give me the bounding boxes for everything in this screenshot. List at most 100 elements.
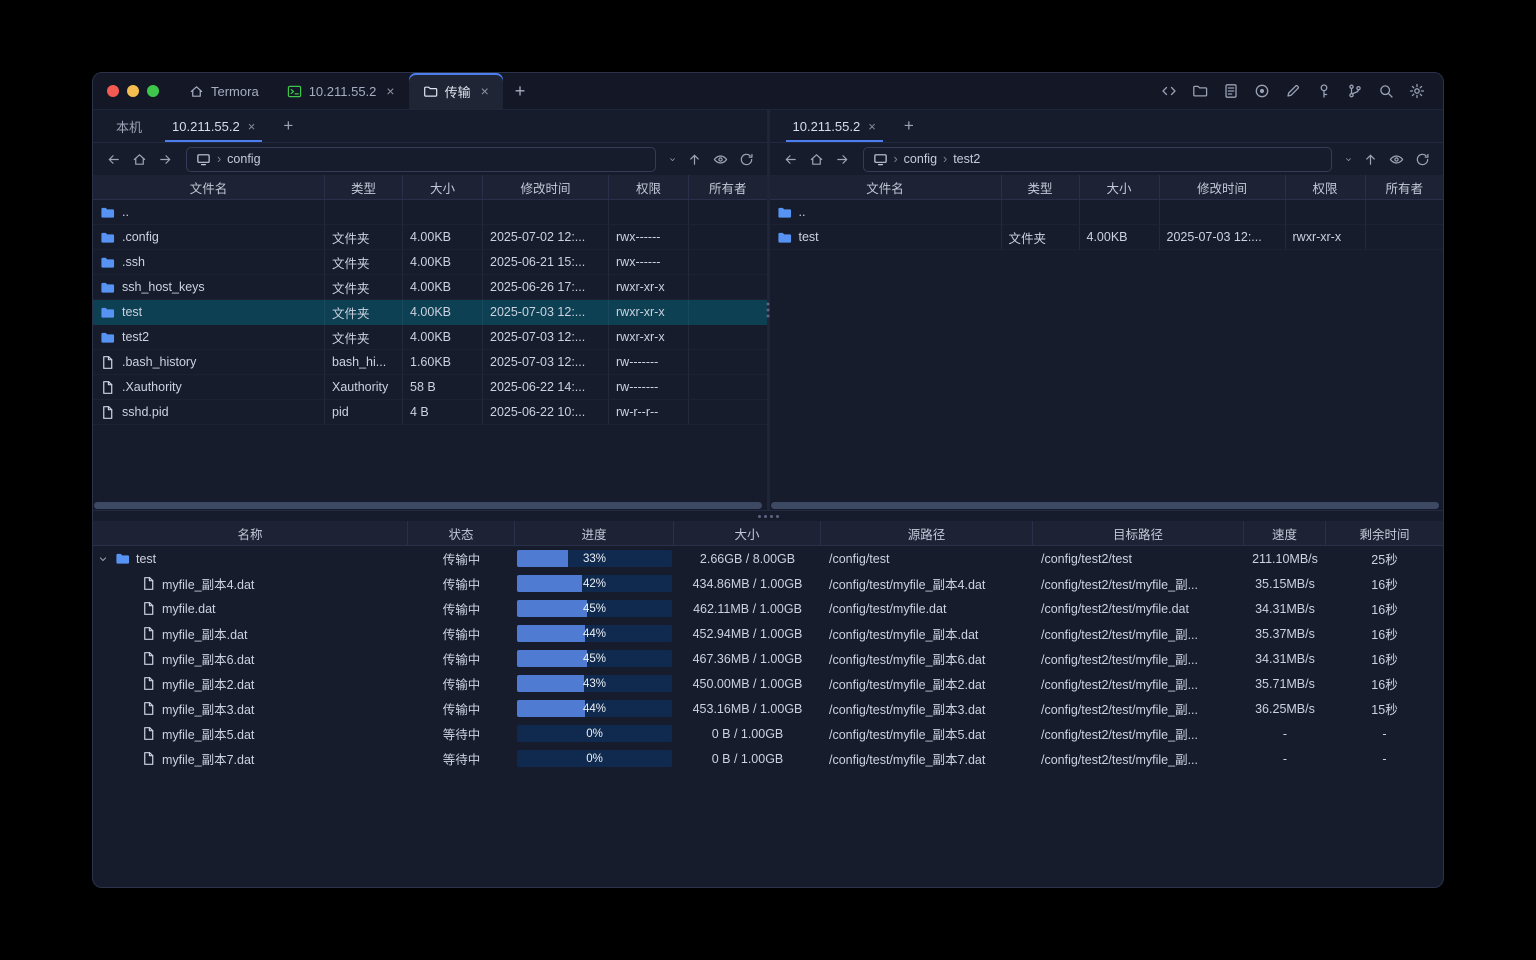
transfer-row[interactable]: myfile_副本.dat传输中44%452.94MB / 1.00GB/con… [93,621,1443,646]
arrow-right-icon [158,152,173,167]
column-header[interactable]: 权限 [609,175,689,199]
key-icon[interactable] [1316,83,1332,99]
path-segment[interactable]: test2 [953,152,980,166]
column-header[interactable]: 所有者 [689,175,767,199]
column-header[interactable]: 大小 [403,175,483,199]
settings-icon[interactable] [1409,83,1425,99]
transfer-row[interactable]: myfile_副本2.dat传输中43%450.00MB / 1.00GB/co… [93,671,1443,696]
horizontal-scrollbar[interactable] [93,501,767,510]
titlebar-tab[interactable]: 传输× [409,73,503,109]
cell-speed: - [1244,746,1326,771]
cell-status: 传输中 [408,621,515,646]
cell-target-path: /config/test2/test/myfile_副... [1033,571,1244,596]
scrollbar-thumb[interactable] [94,502,762,509]
file-row[interactable]: .ssh文件夹4.00KB2025-06-21 15:...rwx------ [93,250,767,275]
transfer-row[interactable]: myfile_副本5.dat等待中0%0 B / 1.00GB/config/t… [93,721,1443,746]
up-directory-button[interactable] [682,147,707,172]
new-panel-tab-button[interactable]: + [270,110,306,142]
close-window-button[interactable] [107,85,119,97]
column-header[interactable]: 修改时间 [1160,175,1286,199]
cell-name: myfile_副本4.dat [93,571,408,596]
column-header[interactable]: 修改时间 [483,175,609,199]
file-row[interactable]: ssh_host_keys文件夹4.00KB2025-06-26 17:...r… [93,275,767,300]
file-row[interactable]: .config文件夹4.00KB2025-07-02 12:...rwx----… [93,225,767,250]
file-row[interactable]: .. [770,200,1444,225]
column-header[interactable]: 状态 [408,521,515,545]
path-segment[interactable]: config [904,152,937,166]
new-tab-button[interactable]: + [503,73,538,109]
titlebar-tab[interactable]: Termora [175,73,273,109]
transfer-row[interactable]: myfile_副本4.dat传输中42%434.86MB / 1.00GB/co… [93,571,1443,596]
back-button[interactable] [101,147,126,172]
home-button[interactable] [804,147,829,172]
close-tab-icon[interactable]: × [481,83,489,99]
panel-tab[interactable]: 10.211.55.2× [157,110,270,142]
refresh-button[interactable] [1410,147,1435,172]
path-bar[interactable]: ›config›test2 [863,147,1333,172]
column-header[interactable]: 类型 [325,175,403,199]
column-header[interactable]: 权限 [1286,175,1366,199]
transfer-row[interactable]: myfile_副本7.dat等待中0%0 B / 1.00GB/config/t… [93,746,1443,771]
cell-source-path: /config/test/myfile_副本.dat [821,621,1033,646]
column-header[interactable]: 所有者 [1366,175,1444,199]
chevron-down-icon[interactable] [97,553,109,565]
column-header[interactable]: 文件名 [93,175,325,199]
record-icon[interactable] [1254,83,1270,99]
log-icon[interactable] [1223,83,1239,99]
refresh-button[interactable] [734,147,759,172]
forward-button[interactable] [830,147,855,172]
transfer-splitter[interactable] [93,510,1443,521]
column-header[interactable]: 名称 [93,521,408,545]
close-tab-icon[interactable]: × [868,119,876,134]
horizontal-scrollbar[interactable] [770,501,1444,510]
new-panel-tab-button[interactable]: + [891,110,927,142]
file-row[interactable]: .. [93,200,767,225]
titlebar-tab[interactable]: 10.211.55.2× [273,73,409,109]
cell-owner [689,350,767,375]
column-header[interactable]: 源路径 [821,521,1033,545]
panel-tab[interactable]: 本机 [101,110,157,142]
forward-button[interactable] [153,147,178,172]
file-row[interactable]: test2文件夹4.00KB2025-07-03 12:...rwxr-xr-x [93,325,767,350]
panel-tab[interactable]: 10.211.55.2× [778,110,891,142]
bookmark-button[interactable] [1340,155,1357,164]
bookmark-button[interactable] [664,155,681,164]
column-header[interactable]: 类型 [1002,175,1080,199]
transfer-row[interactable]: myfile_副本6.dat传输中45%467.36MB / 1.00GB/co… [93,646,1443,671]
path-segment[interactable]: config [227,152,260,166]
path-bar[interactable]: ›config [186,147,656,172]
search-icon[interactable] [1378,83,1394,99]
file-row[interactable]: sshd.pidpid4 B2025-06-22 10:...rw-r--r-- [93,400,767,425]
column-header[interactable]: 速度 [1244,521,1326,545]
cell-modified: 2025-06-21 15:... [483,250,609,275]
eye-icon [1389,152,1404,167]
file-row[interactable]: test文件夹4.00KB2025-07-03 12:...rwxr-xr-x [93,300,767,325]
transfer-row[interactable]: test传输中33%2.66GB / 8.00GB/config/test/co… [93,546,1443,571]
edit-icon[interactable] [1285,83,1301,99]
panel-splitter[interactable] [767,110,770,510]
column-header[interactable]: 进度 [515,521,674,545]
back-button[interactable] [778,147,803,172]
column-header[interactable]: 目标路径 [1033,521,1244,545]
file-row[interactable]: .bash_historybash_hi...1.60KB2025-07-03 … [93,350,767,375]
column-header[interactable]: 剩余时间 [1326,521,1443,545]
scrollbar-thumb[interactable] [771,502,1439,509]
minimize-window-button[interactable] [127,85,139,97]
close-tab-icon[interactable]: × [386,83,394,99]
file-row[interactable]: test文件夹4.00KB2025-07-03 12:...rwxr-xr-x [770,225,1444,250]
column-header[interactable]: 大小 [1080,175,1160,199]
branch-icon[interactable] [1347,83,1363,99]
transfer-row[interactable]: myfile.dat传输中45%462.11MB / 1.00GB/config… [93,596,1443,621]
column-header[interactable]: 文件名 [770,175,1002,199]
up-directory-button[interactable] [1358,147,1383,172]
transfer-row[interactable]: myfile_副本3.dat传输中44%453.16MB / 1.00GB/co… [93,696,1443,721]
show-hidden-toggle[interactable] [1384,147,1409,172]
file-row[interactable]: .XauthorityXauthority58 B2025-06-22 14:.… [93,375,767,400]
home-button[interactable] [127,147,152,172]
close-tab-icon[interactable]: × [248,119,256,134]
code-icon[interactable] [1161,83,1177,99]
show-hidden-toggle[interactable] [708,147,733,172]
zoom-window-button[interactable] [147,85,159,97]
column-header[interactable]: 大小 [674,521,821,545]
folder-outline-icon[interactable] [1192,83,1208,99]
